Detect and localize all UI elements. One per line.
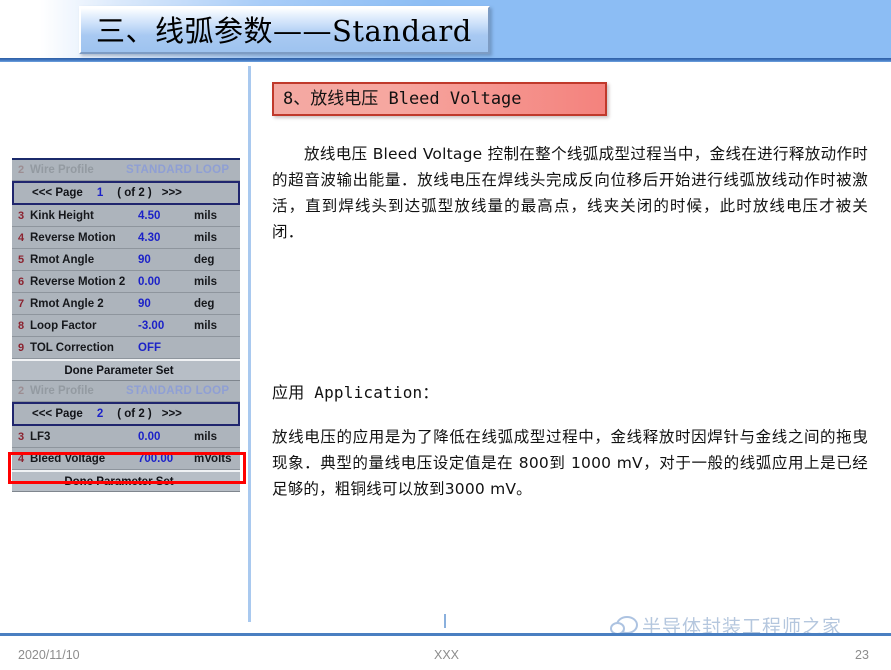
row-unit: mils	[194, 275, 218, 288]
row-value[interactable]: 4.50	[138, 210, 194, 222]
column-divider	[248, 66, 251, 622]
body-paragraph: 放线电压 Bleed Voltage 控制在整个线弧成型过程当中，金线在进行释放…	[272, 145, 868, 241]
row-label: Rmot Angle	[30, 253, 95, 266]
row-value[interactable]: 0.00	[138, 431, 194, 443]
page-prev-button[interactable]: <<< Page	[32, 187, 83, 199]
row-label: Bleed Voltage	[30, 452, 106, 465]
table-row-bleed-voltage[interactable]: 4 Bleed Voltage 700.00 mVolts	[12, 448, 240, 470]
row-value[interactable]: -3.00	[138, 320, 194, 332]
page-total-label: ( of 2 )	[117, 408, 152, 420]
wire-profile-label: Wire Profile	[30, 385, 94, 397]
wire-profile-label: Wire Profile	[30, 164, 94, 176]
machine-parameter-panel: 2 Wire Profile STANDARD LOOP <<< Page 1 …	[12, 158, 240, 492]
page-navigator-page1[interactable]: <<< Page 1 ( of 2 ) >>>	[12, 181, 240, 205]
row-value[interactable]: 4.30	[138, 232, 194, 244]
table-row[interactable]: 3 Kink Height 4.50 mils	[12, 205, 240, 227]
row-index: 8	[17, 319, 25, 332]
wire-profile-value: STANDARD LOOP	[126, 385, 230, 397]
done-parameter-set-button-page2[interactable]: Done Parameter Set	[12, 470, 240, 492]
row-index: 4	[17, 452, 25, 465]
table-row[interactable]: 8 Loop Factor -3.00 mils	[12, 315, 240, 337]
footer-date: 2020/11/10	[18, 648, 80, 662]
done-parameter-set-label: Done Parameter Set	[64, 364, 174, 377]
footer-page-number: 23	[855, 648, 869, 662]
table-row[interactable]: 3 LF3 0.00 mils	[12, 426, 240, 448]
row-unit: mils	[194, 430, 218, 443]
table-row[interactable]: 5 Rmot Angle 90 deg	[12, 249, 240, 271]
row-label: Reverse Motion	[30, 231, 116, 244]
wire-profile-index: 2	[17, 164, 25, 176]
page-navigator-page2[interactable]: <<< Page 2 ( of 2 ) >>>	[12, 402, 240, 426]
page-current-number: 1	[96, 187, 104, 199]
page-prev-button[interactable]: <<< Page	[32, 408, 83, 420]
page-current-number: 2	[96, 408, 104, 420]
footer-center: XXX	[434, 648, 460, 662]
row-value[interactable]: 90	[138, 254, 194, 266]
wire-profile-row-page1[interactable]: 2 Wire Profile STANDARD LOOP	[12, 160, 240, 181]
row-index: 5	[17, 253, 25, 266]
row-label: TOL Correction	[30, 341, 114, 354]
row-index: 3	[17, 209, 25, 222]
application-label: 应用 Application：	[272, 383, 439, 402]
row-index: 9	[17, 341, 25, 354]
done-parameter-set-label: Done Parameter Set	[64, 475, 174, 488]
page-next-button[interactable]: >>>	[162, 408, 182, 420]
row-unit: mils	[194, 231, 218, 244]
row-index: 4	[17, 231, 25, 244]
row-label: LF3	[30, 430, 51, 443]
table-row[interactable]: 6 Reverse Motion 2 0.00 mils	[12, 271, 240, 293]
wire-profile-row-page2[interactable]: 2 Wire Profile STANDARD LOOP	[12, 381, 240, 402]
row-value[interactable]: 90	[138, 298, 194, 310]
row-unit: deg	[194, 297, 215, 310]
row-value[interactable]: 0.00	[138, 276, 194, 288]
row-index: 3	[17, 430, 25, 443]
table-row[interactable]: 4 Reverse Motion 4.30 mils	[12, 227, 240, 249]
header-divider-rule	[0, 58, 891, 62]
row-label: Kink Height	[30, 209, 94, 222]
row-unit: mVolts	[194, 452, 232, 465]
done-parameter-set-button-page1[interactable]: Done Parameter Set	[12, 359, 240, 381]
application-paragraph: 放线电压的应用是为了降低在线弧成型过程中，金线释放时因焊针与金线之间的拖曳现象．…	[272, 428, 868, 498]
row-index: 6	[17, 275, 25, 288]
table-row[interactable]: 7 Rmot Angle 2 90 deg	[12, 293, 240, 315]
row-unit: mils	[194, 209, 218, 222]
wire-profile-index: 2	[17, 385, 25, 397]
page-next-button[interactable]: >>>	[162, 187, 182, 199]
row-unit: mils	[194, 319, 218, 332]
page-title: 三、线弧参数——Standard	[96, 14, 472, 48]
row-value[interactable]: OFF	[138, 342, 194, 354]
section-heading: 8、放线电压 Bleed Voltage	[283, 89, 522, 109]
row-label: Loop Factor	[30, 319, 97, 332]
row-label: Rmot Angle 2	[30, 297, 104, 310]
table-row[interactable]: 9 TOL Correction OFF	[12, 337, 240, 359]
row-unit: deg	[194, 253, 215, 266]
wire-profile-value: STANDARD LOOP	[126, 164, 230, 176]
footer-tick-mark	[444, 614, 446, 628]
page-total-label: ( of 2 )	[117, 187, 152, 199]
row-label: Reverse Motion 2	[30, 275, 126, 288]
footer-divider-rule	[0, 633, 891, 636]
row-index: 7	[17, 297, 25, 310]
row-value[interactable]: 700.00	[138, 453, 194, 465]
